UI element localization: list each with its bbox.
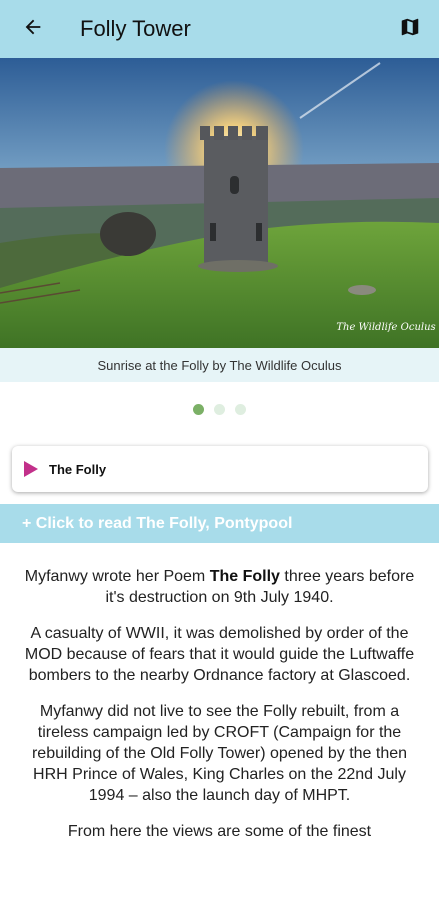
audio-title: The Folly [49, 461, 107, 477]
paragraph-2: A casualty of WWII, it was demolished by… [24, 625, 415, 684]
poem-title: The Folly [209, 568, 280, 585]
read-more-label: + Click to read The Folly, Pontypool [22, 514, 293, 532]
back-button[interactable] [13, 9, 53, 49]
watermark-text: The Wildlife Oculus [336, 322, 435, 333]
paragraph-1: Myfanwy wrote her Poem The Folly three y… [20, 566, 419, 608]
image-caption: Sunrise at the Folly by The Wildlife Ocu… [0, 348, 439, 382]
carousel-indicator [0, 404, 439, 415]
app-bar: Folly Tower [0, 0, 439, 58]
page-title: Folly Tower [80, 16, 191, 41]
paragraph-4: From here the views are some of the fine… [67, 823, 372, 840]
article-body: Myfanwy wrote her Poem The Folly three y… [20, 566, 419, 857]
carousel-dot-1[interactable] [193, 404, 204, 415]
play-icon[interactable] [23, 460, 39, 478]
p1-text-start: Myfanwy wrote her Poem [24, 568, 210, 585]
audio-player-card[interactable]: The Folly [12, 446, 428, 492]
read-more-button[interactable]: + Click to read The Folly, Pontypool [0, 504, 439, 543]
map-button[interactable] [391, 10, 429, 48]
paragraph-3: Myfanwy did not live to see the Folly re… [31, 703, 408, 804]
map-icon [399, 16, 421, 43]
hero-image[interactable]: The Wildlife Oculus [0, 58, 439, 348]
carousel-dot-3[interactable] [235, 404, 246, 415]
carousel-dot-2[interactable] [214, 404, 225, 415]
arrow-left-icon [22, 16, 44, 43]
